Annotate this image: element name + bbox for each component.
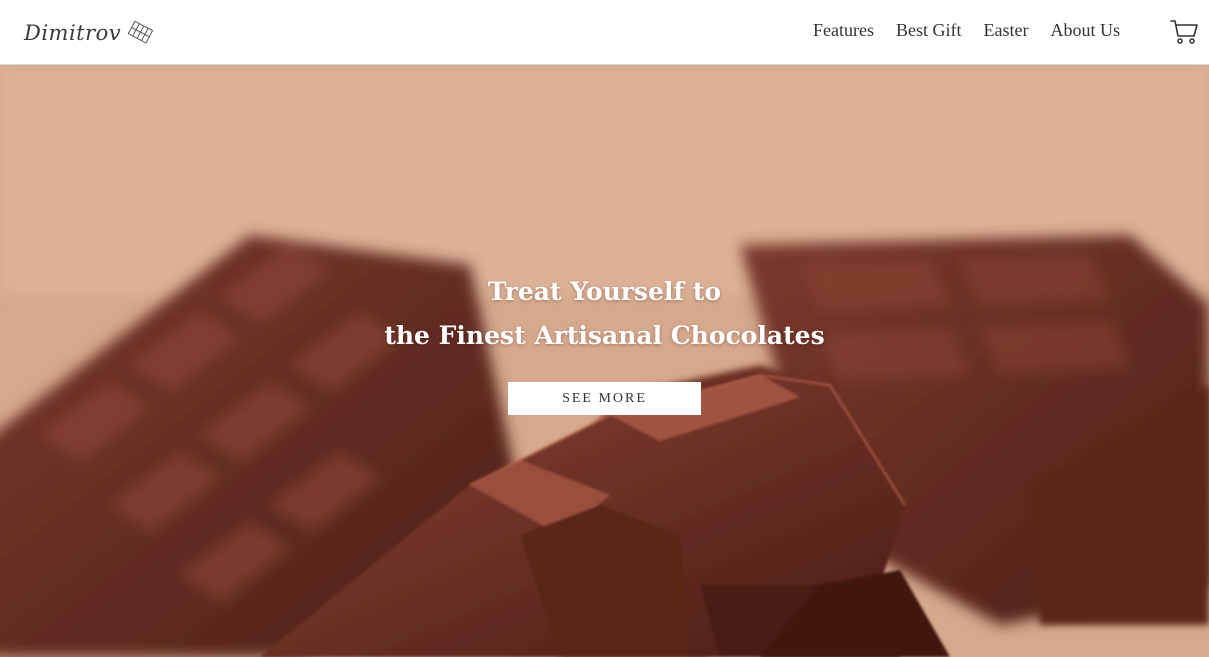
nav-link-easter[interactable]: Easter: [984, 20, 1029, 41]
nav-link-about-us[interactable]: About Us: [1050, 20, 1120, 41]
brand-logo[interactable]: Dimitrov: [24, 16, 156, 50]
shopping-cart-icon[interactable]: [1169, 16, 1199, 46]
hero-section: Treat Yourself to the Finest Artisanal C…: [0, 65, 1209, 657]
nav-link-best-gift[interactable]: Best Gift: [896, 20, 962, 41]
main-nav: Features Best Gift Easter About Us: [813, 20, 1120, 41]
see-more-button[interactable]: SEE MORE: [508, 382, 701, 415]
hero-content: Treat Yourself to the Finest Artisanal C…: [0, 270, 1209, 415]
brand-name: Dimitrov: [24, 21, 122, 45]
top-navbar: Dimitrov Features Best Gift Easter About…: [0, 0, 1209, 65]
hero-headline-line1: Treat Yourself to: [487, 277, 722, 306]
chocolate-bar-icon: [127, 20, 154, 44]
nav-link-features[interactable]: Features: [813, 20, 874, 41]
hero-headline-line2: the Finest Artisanal Chocolates: [384, 321, 825, 350]
hero-headline: Treat Yourself to the Finest Artisanal C…: [384, 270, 824, 358]
